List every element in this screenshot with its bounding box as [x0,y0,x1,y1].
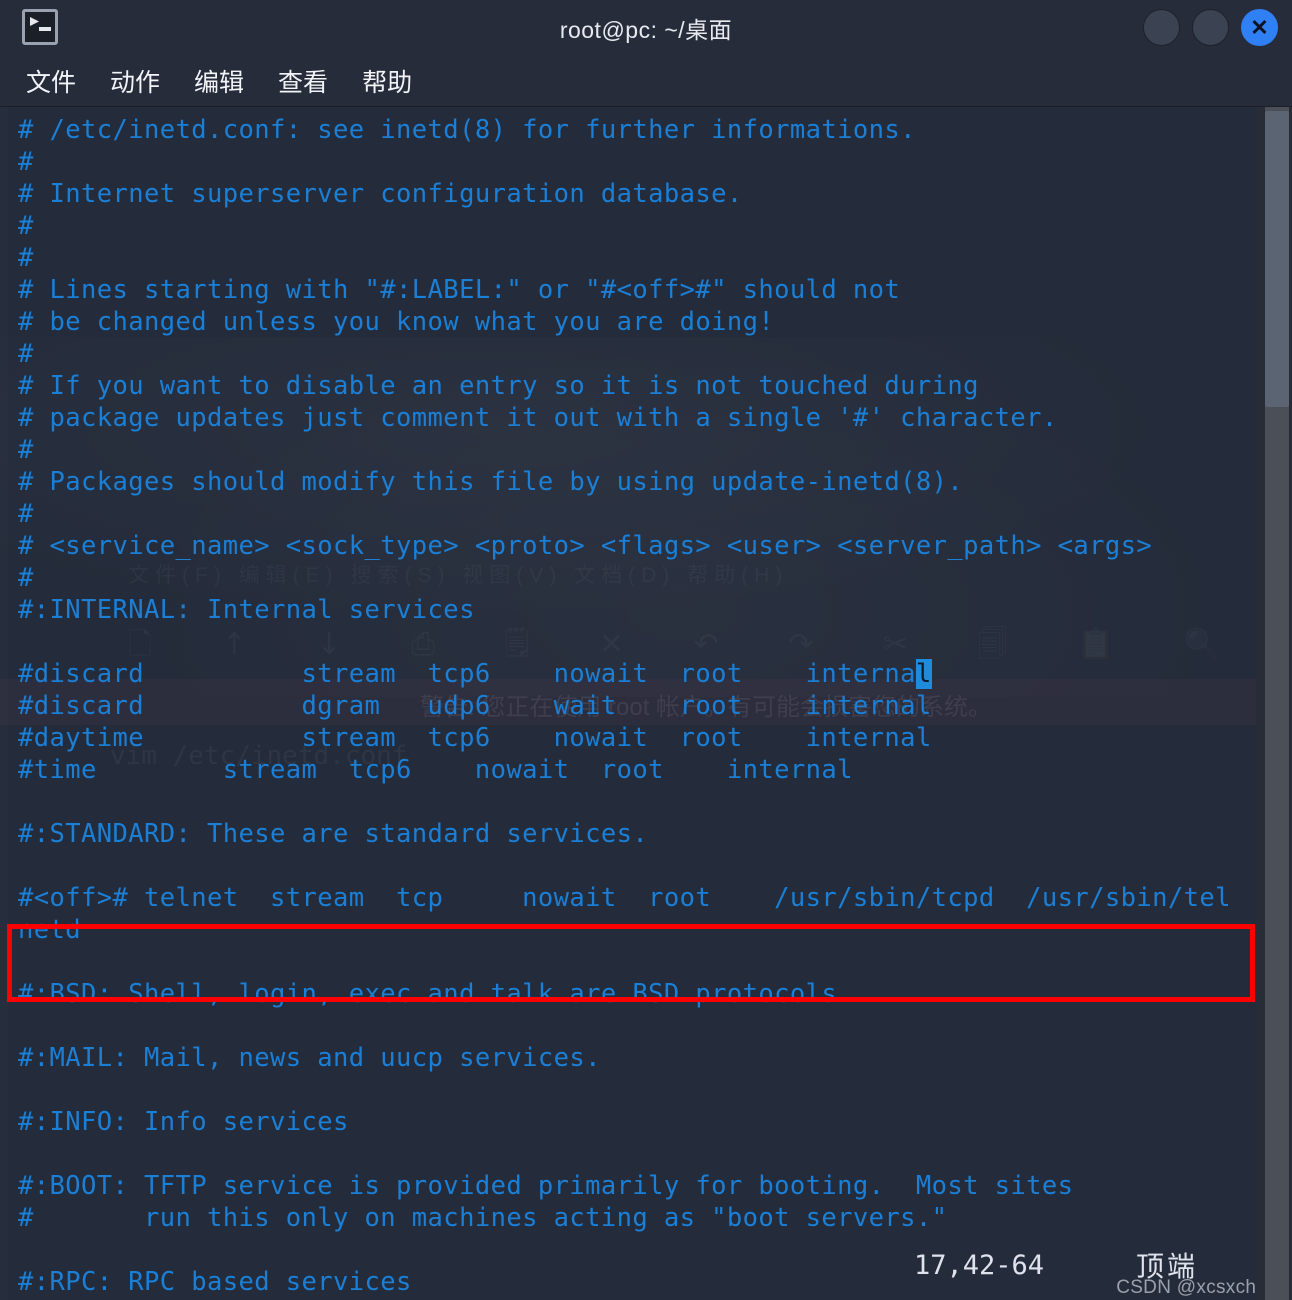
terminal-line: # Lines starting with "#:LABEL:" or "#<o… [18,275,901,305]
terminal-line: # package updates just comment it out wi… [18,403,1058,433]
terminal-window: root@pc: ~/桌面 ✕ 文件 动作 编辑 查看 帮助 文件(F) 编辑(… [0,0,1292,1300]
terminal-line: # [18,435,34,465]
terminal-line: #:BOOT: TFTP service is provided primari… [18,1171,1074,1201]
terminal-line: #daytime stream tcp6 nowait root interna… [18,723,932,753]
terminal-line: # <service_name> <sock_type> <proto> <fl… [18,531,1153,561]
terminal-line: # [18,499,34,529]
terminal-line: # Internet superserver configuration dat… [18,179,743,209]
terminal-line: #:BSD: Shell, login, exec and talk are B… [18,979,853,1009]
minimize-button[interactable] [1143,9,1180,46]
terminal-line: # [18,211,34,241]
menu-item-help[interactable]: 帮助 [362,63,412,99]
terminal-line: #:MAIL: Mail, news and uucp services. [18,1043,601,1073]
text-cursor: l [915,659,932,689]
terminal-line: # [18,147,34,177]
scrollbar-thumb[interactable] [1265,111,1289,407]
menu-item-edit[interactable]: 编辑 [194,63,244,99]
menu-item-actions[interactable]: 动作 [110,63,160,99]
terminal-line: # [18,243,34,273]
terminal-line: #discard dgram udp6 wait root internal [18,691,932,721]
cursor-position: 17,42-64 [913,1249,1044,1281]
vim-status-line: 17,42-64 顶端 [0,1248,1256,1283]
file-content: # /etc/inetd.conf: see inetd(8) for furt… [0,107,1292,1298]
menu-bar: 文件 动作 编辑 查看 帮助 [0,55,1292,107]
terminal-line: #<off># telnet stream tcp nowait root /u… [18,883,1231,913]
terminal-line: # run this only on machines acting as "b… [18,1203,948,1233]
terminal-line: # be changed unless you know what you ar… [18,307,775,337]
menu-item-view[interactable]: 查看 [278,63,328,99]
close-button[interactable]: ✕ [1241,9,1278,46]
menu-item-file[interactable]: 文件 [26,63,76,99]
prompt-arrow-icon [30,17,39,26]
window-title: root@pc: ~/桌面 [559,16,733,43]
terminal-line: # /etc/inetd.conf: see inetd(8) for furt… [18,115,916,145]
window-controls: ✕ [1143,9,1278,46]
terminal-line: #:INFO: Info services [18,1107,349,1137]
terminal-icon [22,9,58,45]
terminal-line: # [18,563,34,593]
csdn-watermark: CSDN @xcsxchen [1116,1277,1278,1298]
terminal-line: # Packages should modify this file by us… [18,467,964,497]
terminal-body[interactable]: 文件(F) 编辑(E) 搜索(S) 视图(V) 文档(D) 帮助(H) 🗋 ↑ … [0,107,1292,1300]
terminal-line: netd [18,915,82,945]
terminal-line: #discard stream tcp6 nowait root interna… [18,659,932,689]
prompt-underscore-icon [39,27,51,31]
terminal-line: #:STANDARD: These are standard services. [18,819,649,849]
close-icon: ✕ [1250,14,1269,40]
terminal-line: # If you want to disable an entry so it … [18,371,979,401]
scrollbar[interactable] [1256,107,1292,1300]
terminal-line: # [18,339,34,369]
terminal-line: #time stream tcp6 nowait root internal [18,755,853,785]
terminal-line: #:INTERNAL: Internal services [18,595,475,625]
title-bar: root@pc: ~/桌面 ✕ [0,0,1292,55]
maximize-button[interactable] [1192,9,1229,46]
